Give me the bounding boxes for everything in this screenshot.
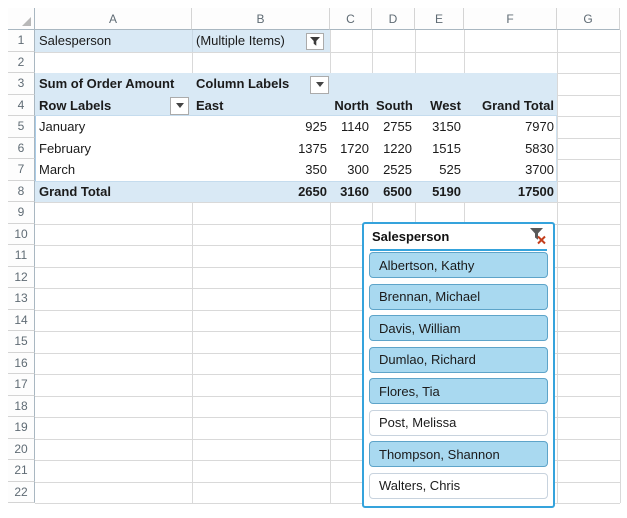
select-all-corner[interactable] bbox=[8, 8, 35, 30]
pivot-grand-total-cell[interactable]: 2650 bbox=[192, 181, 330, 203]
row-header-21[interactable]: 21 bbox=[8, 460, 35, 482]
cell-A3-measure-name[interactable]: Sum of Order Amount bbox=[35, 73, 192, 95]
row-header-9[interactable]: 9 bbox=[8, 202, 35, 224]
column-header-C[interactable]: C bbox=[330, 8, 372, 30]
pivot-value-cell[interactable]: 3700 bbox=[464, 159, 557, 181]
row-header-7[interactable]: 7 bbox=[8, 159, 35, 181]
column-header-D[interactable]: D bbox=[372, 8, 415, 30]
pivot-grand-total-cell[interactable]: 3160 bbox=[330, 181, 372, 203]
pivot-row-label-march[interactable]: March bbox=[35, 159, 192, 181]
slicer-item-flores-tia[interactable]: Flores, Tia bbox=[369, 378, 548, 404]
pivot-value-cell[interactable]: 2525 bbox=[372, 159, 415, 181]
pivot-value-cell[interactable]: 2755 bbox=[372, 116, 415, 138]
row-header-6[interactable]: 6 bbox=[8, 137, 35, 159]
pivot-value-cell[interactable]: 5830 bbox=[464, 138, 557, 160]
row-header-19[interactable]: 19 bbox=[8, 417, 35, 439]
column-labels-dropdown-button[interactable] bbox=[310, 75, 329, 94]
pivot-col-header-north[interactable]: North bbox=[330, 95, 372, 117]
clear-filter-button[interactable] bbox=[525, 226, 549, 248]
pivot-value-cell[interactable]: 1140 bbox=[330, 116, 372, 138]
row-header-1[interactable]: 1 bbox=[8, 30, 35, 52]
row-header-5[interactable]: 5 bbox=[8, 116, 35, 138]
slicer-title: Salesperson bbox=[372, 229, 450, 244]
pivot-value-cell[interactable]: 1720 bbox=[330, 138, 372, 160]
row-header-13[interactable]: 13 bbox=[8, 288, 35, 310]
chevron-down-icon bbox=[175, 103, 184, 108]
pivot-value-cell[interactable]: 525 bbox=[415, 159, 464, 181]
row-header-20[interactable]: 20 bbox=[8, 438, 35, 460]
pivot-grand-total-label[interactable]: Grand Total bbox=[35, 181, 192, 203]
slicer-item-albertson-kathy[interactable]: Albertson, Kathy bbox=[369, 252, 548, 278]
select-all-triangle-icon bbox=[22, 17, 31, 26]
column-header-E[interactable]: E bbox=[415, 8, 464, 30]
pivot-value-cell[interactable]: 3150 bbox=[415, 116, 464, 138]
pivot-value-cell[interactable]: 300 bbox=[330, 159, 372, 181]
pivot-value-cell[interactable]: 1515 bbox=[415, 138, 464, 160]
gridline bbox=[620, 30, 621, 503]
pivot-value-cell[interactable]: 7970 bbox=[464, 116, 557, 138]
slicer-item-dumlao-richard[interactable]: Dumlao, Richard bbox=[369, 346, 548, 373]
pivot-value-cell[interactable]: 1220 bbox=[372, 138, 415, 160]
row-header-18[interactable]: 18 bbox=[8, 395, 35, 417]
pivot-col-header-west[interactable]: West bbox=[415, 95, 464, 117]
gridline bbox=[35, 202, 620, 203]
pivot-row-label-january[interactable]: January bbox=[35, 116, 192, 138]
pivot-value-cell[interactable]: 1375 bbox=[192, 138, 330, 160]
row-header-15[interactable]: 15 bbox=[8, 331, 35, 353]
column-header-G[interactable]: G bbox=[557, 8, 620, 30]
row-header-10[interactable]: 10 bbox=[8, 223, 35, 245]
slicer-salesperson: Salesperson Albertson, Kathy Brennan, Mi… bbox=[362, 222, 555, 508]
funnel-icon bbox=[310, 36, 320, 46]
row-header-11[interactable]: 11 bbox=[8, 245, 35, 267]
pivot-grand-total-cell[interactable]: 6500 bbox=[372, 181, 415, 203]
row-header-8[interactable]: 8 bbox=[8, 180, 35, 202]
slicer-item-davis-william[interactable]: Davis, William bbox=[369, 315, 548, 341]
chevron-down-icon bbox=[315, 82, 324, 87]
excel-worksheet: ABCDEFG 1 2 3 4 5 6 7 8 9 10 11 12 13 14 15 16 17 18 19 20 2… bbox=[0, 0, 627, 518]
row-header-3[interactable]: 3 bbox=[8, 73, 35, 95]
row-header-16[interactable]: 16 bbox=[8, 352, 35, 374]
row-header-22[interactable]: 22 bbox=[8, 481, 35, 503]
column-header-F[interactable]: F bbox=[464, 8, 557, 30]
gridline bbox=[35, 51, 620, 53]
pivot-value-cell[interactable]: 925 bbox=[192, 116, 330, 138]
report-filter-funnel-button[interactable] bbox=[306, 32, 324, 50]
row-header-17[interactable]: 17 bbox=[8, 374, 35, 396]
pivot-col-header-east[interactable]: East bbox=[192, 95, 330, 117]
row-header-14[interactable]: 14 bbox=[8, 309, 35, 331]
row-header-4[interactable]: 4 bbox=[8, 94, 35, 116]
column-header-B[interactable]: B bbox=[192, 8, 330, 30]
row-labels-dropdown-button[interactable] bbox=[170, 96, 189, 115]
slicer-item-thompson-shannon[interactable]: Thompson, Shannon bbox=[369, 441, 548, 467]
funnel-clear-icon bbox=[530, 227, 546, 244]
row-header-2[interactable]: 2 bbox=[8, 51, 35, 73]
slicer-header-underline bbox=[370, 249, 547, 251]
pivot-col-header-south[interactable]: South bbox=[372, 95, 415, 117]
slicer-item-walters-chris[interactable]: Walters, Chris bbox=[369, 472, 548, 499]
pivot-row-label-february[interactable]: February bbox=[35, 138, 192, 160]
cell-A1-filter-field[interactable]: Salesperson bbox=[35, 30, 192, 52]
pivot-value-cell[interactable]: 350 bbox=[192, 159, 330, 181]
column-header-A[interactable]: A bbox=[35, 8, 192, 30]
slicer-item-brennan-michael[interactable]: Brennan, Michael bbox=[369, 283, 548, 310]
row-header-12[interactable]: 12 bbox=[8, 266, 35, 288]
pivot-grand-total-cell[interactable]: 5190 bbox=[415, 181, 464, 203]
pivot-col-header-grand-total[interactable]: Grand Total bbox=[464, 95, 557, 117]
pivot-grand-total-cell[interactable]: 17500 bbox=[464, 181, 557, 203]
cell-A4-row-labels[interactable]: Row Labels bbox=[35, 95, 192, 117]
slicer-item-post-melissa[interactable]: Post, Melissa bbox=[369, 409, 548, 436]
